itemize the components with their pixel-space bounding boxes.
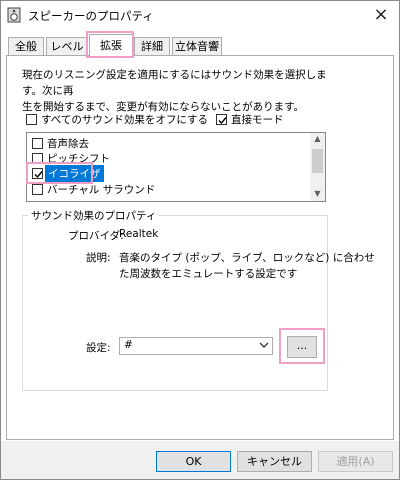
immediate-mode-checkbox[interactable] bbox=[216, 114, 227, 125]
effect-checkbox-voice-cancellation[interactable] bbox=[32, 138, 43, 149]
tab-general[interactable]: 全般 bbox=[8, 37, 44, 55]
tab-enhancements[interactable]: 拡張 bbox=[89, 34, 133, 56]
scroll-down-icon[interactable]: ▼ bbox=[310, 189, 325, 198]
tab-levels[interactable]: レベル bbox=[46, 37, 88, 55]
setting-label: 設定: bbox=[86, 342, 111, 354]
effect-checkbox-virtual-surround[interactable] bbox=[32, 184, 43, 195]
provider-label: プロバイダ: bbox=[68, 230, 124, 242]
tab-advanced[interactable]: 詳細 bbox=[134, 37, 170, 55]
effect-checkbox-equalizer[interactable] bbox=[32, 168, 43, 179]
effect-description-label: 説明: bbox=[86, 252, 111, 264]
immediate-mode-label[interactable]: 直接モード bbox=[231, 112, 284, 127]
window-title: スピーカーのプロパティ bbox=[28, 9, 154, 23]
provider-value: Realtek bbox=[119, 228, 159, 240]
effect-label-voice-cancellation[interactable]: 音声除去 bbox=[47, 136, 89, 151]
scrollbar-thumb[interactable] bbox=[312, 149, 323, 173]
ok-button[interactable]: OK bbox=[156, 451, 231, 472]
cancel-button[interactable]: キャンセル bbox=[237, 451, 312, 472]
setting-value[interactable]: # bbox=[124, 339, 133, 351]
effect-label-equalizer[interactable]: イコライザ bbox=[45, 165, 104, 182]
tab-spatial-sound[interactable]: 立体音響 bbox=[172, 37, 222, 55]
disable-all-checkbox[interactable] bbox=[26, 114, 37, 125]
effect-checkbox-pitch-shift[interactable] bbox=[32, 153, 43, 164]
apply-button[interactable]: 適用(A) bbox=[318, 451, 393, 472]
enhancements-description: 現在のリスニング設定を適用にするにはサウンド効果を選択します。次に再 生を開始す… bbox=[22, 67, 342, 115]
checkmark-icon bbox=[218, 117, 227, 125]
effect-description-line-2: た周波数をエミュレートする設定です bbox=[119, 268, 298, 280]
more-settings-button[interactable]: ... bbox=[287, 336, 317, 358]
effect-description-line-1: 音楽のタイプ (ポップ、ライブ、ロックなど) に合わせ bbox=[119, 252, 375, 264]
speaker-icon bbox=[7, 7, 21, 23]
checkmark-icon bbox=[34, 171, 43, 179]
effect-label-pitch-shift[interactable]: ピッチシフト bbox=[47, 151, 110, 166]
close-icon[interactable]: × bbox=[364, 1, 398, 29]
scroll-up-icon[interactable]: ▲ bbox=[310, 134, 325, 143]
effect-properties-title: サウンド効果のプロパティ bbox=[28, 208, 160, 223]
disable-all-label[interactable]: すべてのサウンド効果をオフにする bbox=[41, 112, 208, 127]
effect-label-virtual-surround[interactable]: バーチャル サラウンド bbox=[47, 182, 155, 197]
description-line-1: 現在のリスニング設定を適用にするにはサウンド効果を選択します。次に再 bbox=[22, 69, 327, 97]
setting-dropdown[interactable] bbox=[119, 337, 273, 355]
chevron-down-icon[interactable] bbox=[258, 339, 270, 351]
